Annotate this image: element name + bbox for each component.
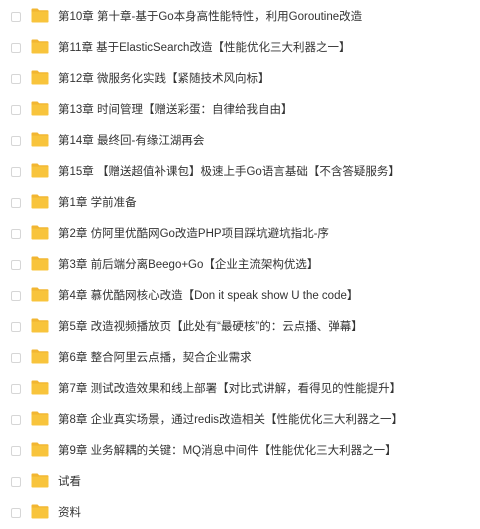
folder-name: 第10章 第十章-基于Go本身高性能特性，利用Goroutine改造 <box>58 11 363 23</box>
checkbox-icon[interactable] <box>11 322 21 332</box>
folder-icon <box>31 442 49 457</box>
checkbox-icon[interactable] <box>11 291 21 301</box>
checkbox-icon[interactable] <box>11 477 21 487</box>
checkbox-icon[interactable] <box>11 260 21 270</box>
folder-row[interactable]: 资料 <box>0 498 480 529</box>
checkbox-icon[interactable] <box>11 12 21 22</box>
folder-name: 第7章 测试改造效果和线上部署【对比式讲解，看得见的性能提升】 <box>58 383 402 395</box>
folder-icon <box>31 504 49 519</box>
folder-name: 第11章 基于ElasticSearch改造【性能优化三大利器之一】 <box>58 42 351 54</box>
folder-name: 第2章 仿阿里优酷网Go改造PHP项目踩坑避坑指北-序 <box>58 228 329 240</box>
folder-row[interactable]: 第5章 改造视频播放页【此处有“最硬核”的：云点播、弹幕】 <box>0 312 480 343</box>
folder-icon <box>31 70 49 85</box>
folder-row[interactable]: 第15章 【赠送超值补课包】极速上手Go语言基础【不含答疑服务】 <box>0 157 480 188</box>
folder-name: 资料 <box>58 507 81 519</box>
folder-row[interactable]: 第2章 仿阿里优酷网Go改造PHP项目踩坑避坑指北-序 <box>0 219 480 250</box>
folder-icon <box>31 318 49 333</box>
folder-name: 第12章 微服务化实践【紧随技术风向标】 <box>58 73 270 85</box>
folder-icon <box>31 256 49 271</box>
folder-row[interactable]: 第13章 时间管理【赠送彩蛋：自律给我自由】 <box>0 95 480 126</box>
checkbox-icon[interactable] <box>11 415 21 425</box>
folder-icon <box>31 473 49 488</box>
folder-row[interactable]: 试看 <box>0 467 480 498</box>
folder-icon <box>31 349 49 364</box>
folder-row[interactable]: 第6章 整合阿里云点播，契合企业需求 <box>0 343 480 374</box>
folder-name: 第8章 企业真实场景，通过redis改造相关【性能优化三大利器之一】 <box>58 414 404 426</box>
folder-row[interactable]: 第8章 企业真实场景，通过redis改造相关【性能优化三大利器之一】 <box>0 405 480 436</box>
folder-icon <box>31 225 49 240</box>
folder-name: 第9章 业务解耦的关键：MQ消息中间件【性能优化三大利器之一】 <box>58 445 397 457</box>
folder-icon <box>31 8 49 23</box>
folder-icon <box>31 163 49 178</box>
folder-icon <box>31 287 49 302</box>
folder-name: 试看 <box>58 476 81 488</box>
folder-name: 第4章 慕优酷网核心改造【Don it speak show U the cod… <box>58 290 359 302</box>
checkbox-icon[interactable] <box>11 105 21 115</box>
folder-name: 第14章 最终回-有缘江湖再会 <box>58 135 205 147</box>
folder-name: 第3章 前后端分离Beego+Go【企业主流架构优选】 <box>58 259 319 271</box>
folder-row[interactable]: 第3章 前后端分离Beego+Go【企业主流架构优选】 <box>0 250 480 281</box>
folder-icon <box>31 101 49 116</box>
folder-row[interactable]: 第4章 慕优酷网核心改造【Don it speak show U the cod… <box>0 281 480 312</box>
checkbox-icon[interactable] <box>11 446 21 456</box>
folder-icon <box>31 194 49 209</box>
folder-icon <box>31 39 49 54</box>
folder-name: 第1章 学前准备 <box>58 197 137 209</box>
folder-name: 第13章 时间管理【赠送彩蛋：自律给我自由】 <box>58 104 293 116</box>
checkbox-icon[interactable] <box>11 353 21 363</box>
checkbox-icon[interactable] <box>11 43 21 53</box>
checkbox-icon[interactable] <box>11 167 21 177</box>
checkbox-icon[interactable] <box>11 74 21 84</box>
folder-icon <box>31 411 49 426</box>
folder-icon <box>31 132 49 147</box>
folder-row[interactable]: 第1章 学前准备 <box>0 188 480 219</box>
folder-row[interactable]: 第9章 业务解耦的关键：MQ消息中间件【性能优化三大利器之一】 <box>0 436 480 467</box>
checkbox-icon[interactable] <box>11 508 21 518</box>
folder-row[interactable]: 第7章 测试改造效果和线上部署【对比式讲解，看得见的性能提升】 <box>0 374 480 405</box>
folder-icon <box>31 380 49 395</box>
folder-row[interactable]: 第10章 第十章-基于Go本身高性能特性，利用Goroutine改造 <box>0 2 480 33</box>
checkbox-icon[interactable] <box>11 229 21 239</box>
checkbox-icon[interactable] <box>11 136 21 146</box>
checkbox-icon[interactable] <box>11 198 21 208</box>
folder-name: 第5章 改造视频播放页【此处有“最硬核”的：云点播、弹幕】 <box>58 321 363 333</box>
folder-row[interactable]: 第14章 最终回-有缘江湖再会 <box>0 126 480 157</box>
folder-row[interactable]: 第12章 微服务化实践【紧随技术风向标】 <box>0 64 480 95</box>
folder-name: 第6章 整合阿里云点播，契合企业需求 <box>58 352 252 364</box>
folder-name: 第15章 【赠送超值补课包】极速上手Go语言基础【不含答疑服务】 <box>58 166 400 178</box>
folder-row[interactable]: 第11章 基于ElasticSearch改造【性能优化三大利器之一】 <box>0 33 480 64</box>
checkbox-icon[interactable] <box>11 384 21 394</box>
file-list: 第10章 第十章-基于Go本身高性能特性，利用Goroutine改造 第11章 … <box>0 0 480 529</box>
